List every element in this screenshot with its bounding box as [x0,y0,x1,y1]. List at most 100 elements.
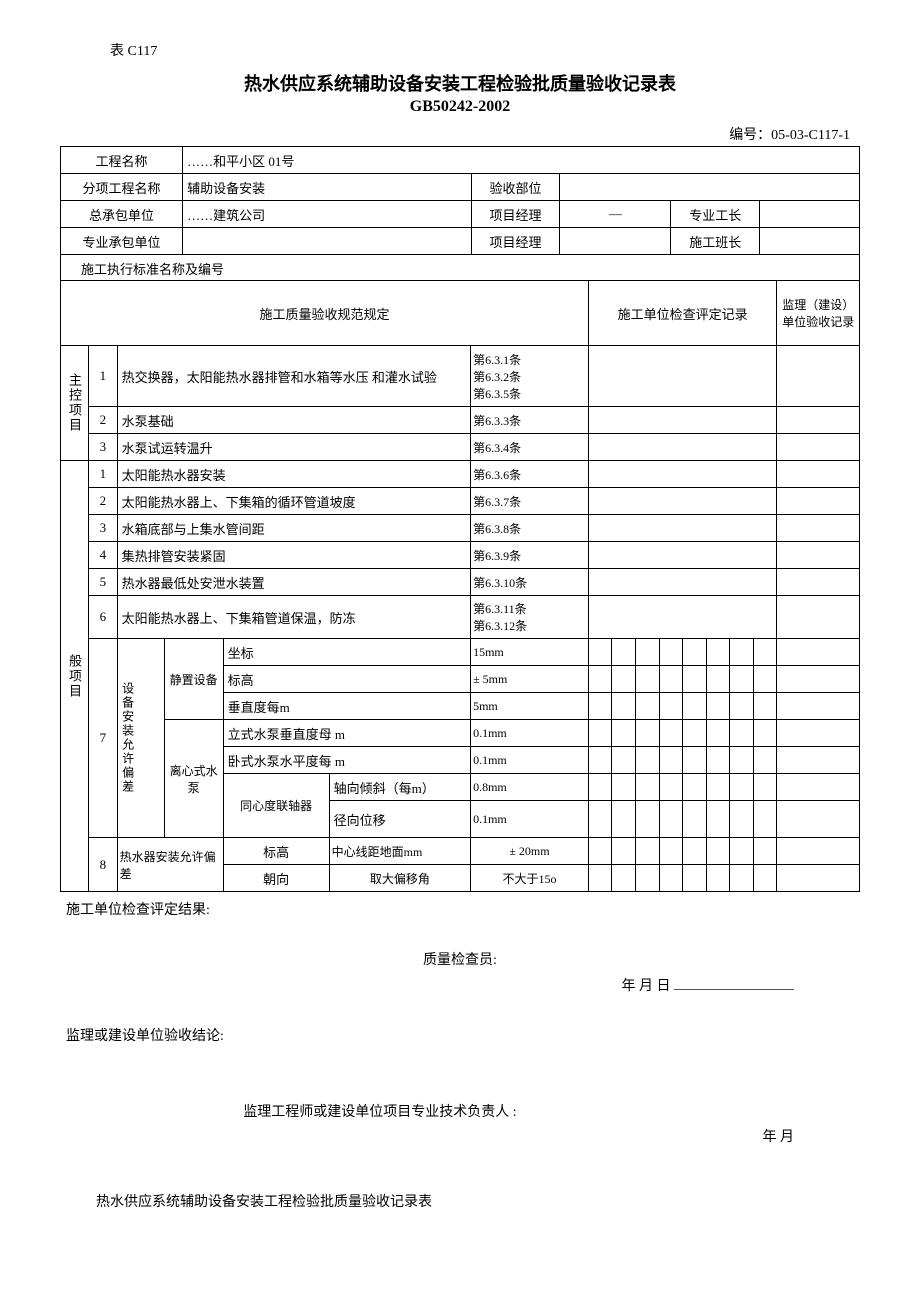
mi-3-no: 3 [89,434,117,461]
gi-7-group: 设备安装允许偏差 [117,639,164,838]
mi-3-sup [777,434,860,461]
mi-1-sup [777,346,860,407]
gi-1-sup [777,461,860,488]
gi-6-ref: 第6.3.11条 第6.3.12条 [471,596,589,639]
document-number: 编号：05-03-C117-1 [60,124,860,144]
mi-2-no: 2 [89,407,117,434]
mi-1-chk [588,346,777,407]
gi-8-r0-val: ± 20mm [471,838,589,865]
value-pm: — [560,201,671,228]
gi-7-r0-val: 15mm [471,639,589,666]
gi-8-r0-c1: 标高 [223,838,329,865]
date1-line [674,989,794,990]
label-foreman: 专业工长 [671,201,760,228]
gi-7-no: 7 [89,639,117,838]
gi-7-r2-label: 垂直度每m [223,693,470,720]
gi-7-r1-val: ± 5mm [471,666,589,693]
value-accept-dept [560,174,860,201]
label-sub-contractor: 专业承包单位 [61,228,183,255]
mi-1-ref: 第6.3.1条 第6.3.2条 第6.3.5条 [471,346,589,407]
gi-7-coupler: 同心度联轴器 [223,774,329,838]
body-table: 施工质量验收规范规定 施工单位检查评定记录 监理（建设）单位验收记录 主控项目 … [60,280,860,892]
group-general: 般项目 [61,461,89,892]
gi-5-desc: 热水器最低处安泄水装置 [117,569,471,596]
gi-8-no: 8 [89,838,117,892]
gi-2-ref: 第6.3.7条 [471,488,589,515]
mi-2-chk [588,407,777,434]
sup-sign-label: 监理工程师或建设单位项目专业技术负责人 : [66,1100,854,1125]
gi-1-no: 1 [89,461,117,488]
mi-2-desc: 水泵基础 [117,407,471,434]
gi-4-desc: 集热排管安装紧固 [117,542,471,569]
col-check: 施工单位检查评定记录 [588,281,777,346]
value-foreman [760,201,860,228]
header-table: 工程名称 ……和平小区 01号 分项工程名称 辅助设备安装 验收部位 总承包单位… [60,146,860,281]
gi-5-ref: 第6.3.10条 [471,569,589,596]
label-sub-project: 分项工程名称 [61,174,183,201]
gi-4-no: 4 [89,542,117,569]
gi-2-desc: 太阳能热水器上、下集箱的循环管道坡度 [117,488,471,515]
gi-7-r4-val: 0.1mm [471,747,589,774]
date2: 年 月 [66,1125,854,1150]
col-spec: 施工质量验收规范规定 [61,281,589,346]
mi-2-sup [777,407,860,434]
label-team-leader: 施工班长 [671,228,760,255]
gi-1-chk [588,461,777,488]
value-sub-contractor [183,228,472,255]
gi-6-no: 6 [89,596,117,639]
gi-7-static: 静置设备 [164,639,223,720]
gi-5-no: 5 [89,569,117,596]
page-subtitle: GB50242-2002 [60,98,860,116]
gi-7-r0-label: 坐标 [223,639,470,666]
label-main-contractor: 总承包单位 [61,201,183,228]
gi-3-ref: 第6.3.8条 [471,515,589,542]
gi-7-c0-val: 0.8mm [471,774,589,801]
gi-3-no: 3 [89,515,117,542]
inspector-label: 质量检查员: [66,948,854,973]
date1: 年 月 日 [622,979,671,994]
gi-8-group: 热水器安装允许偏差 [117,838,223,892]
mi-3-desc: 水泵试运转温升 [117,434,471,461]
gi-1-ref: 第6.3.6条 [471,461,589,488]
label-pm2: 项目经理 [471,228,560,255]
gi-7-pump: 离心式水 泵 [164,720,223,838]
label-accept-dept: 验收部位 [471,174,560,201]
gi-8-r0-c2: 中心线距地面mm [329,838,470,865]
col-sup: 监理（建设）单位验收记录 [777,281,860,346]
label-standard: 施工执行标准名称及编号 [61,255,860,282]
value-sub-project: 辅助设备安装 [183,174,472,201]
gi-7-c1-label: 径向位移 [329,801,470,838]
value-team-leader [760,228,860,255]
form-code: 表 C117 [110,40,860,60]
page-title: 热水供应系统辅助设备安装工程检验批质量验收记录表 [60,70,860,96]
value-pm2 [560,228,671,255]
gi-7-r4-label: 卧式水泵水平度每 m [223,747,470,774]
gi-7-c0-label: 轴向倾斜（每m） [329,774,470,801]
gi-7-r2-val: 5mm [471,693,589,720]
sup-conclusion-label: 监理或建设单位验收结论: [66,1024,854,1049]
gi-8-r1-c2: 取大偏移角 [329,865,470,892]
value-main-contractor: ……建筑公司 [183,201,472,228]
gi-7-c1-val: 0.1mm [471,801,589,838]
mi-3-ref: 第6.3.4条 [471,434,589,461]
footer: 施工单位检查评定结果: 质量检查员: 年 月 日 监理或建设单位验收结论: 监理… [60,898,860,1215]
mi-3-chk [588,434,777,461]
mi-1-desc: 热交换器，太阳能热水器排管和水箱等水压 和灌水试验 [117,346,471,407]
mi-1-no: 1 [89,346,117,407]
gi-3-desc: 水箱底部与上集水管间距 [117,515,471,542]
gi-7-r1-label: 标高 [223,666,470,693]
result-label: 施工单位检查评定结果: [66,898,854,923]
repeat-title: 热水供应系统辅助设备安装工程检验批质量验收记录表 [96,1190,854,1215]
label-pm: 项目经理 [471,201,560,228]
gi-2-no: 2 [89,488,117,515]
gi-7-r3-val: 0.1mm [471,720,589,747]
gi-6-desc: 太阳能热水器上、下集箱管道保温，防冻 [117,596,471,639]
gi-8-r1-c1: 朝向 [223,865,329,892]
value-project-name: ……和平小区 01号 [183,147,860,174]
label-project-name: 工程名称 [61,147,183,174]
gi-4-ref: 第6.3.9条 [471,542,589,569]
group-main: 主控项目 [61,346,89,461]
mi-2-ref: 第6.3.3条 [471,407,589,434]
gi-7-r3-label: 立式水泵垂直度母 m [223,720,470,747]
gi-1-desc: 太阳能热水器安装 [117,461,471,488]
